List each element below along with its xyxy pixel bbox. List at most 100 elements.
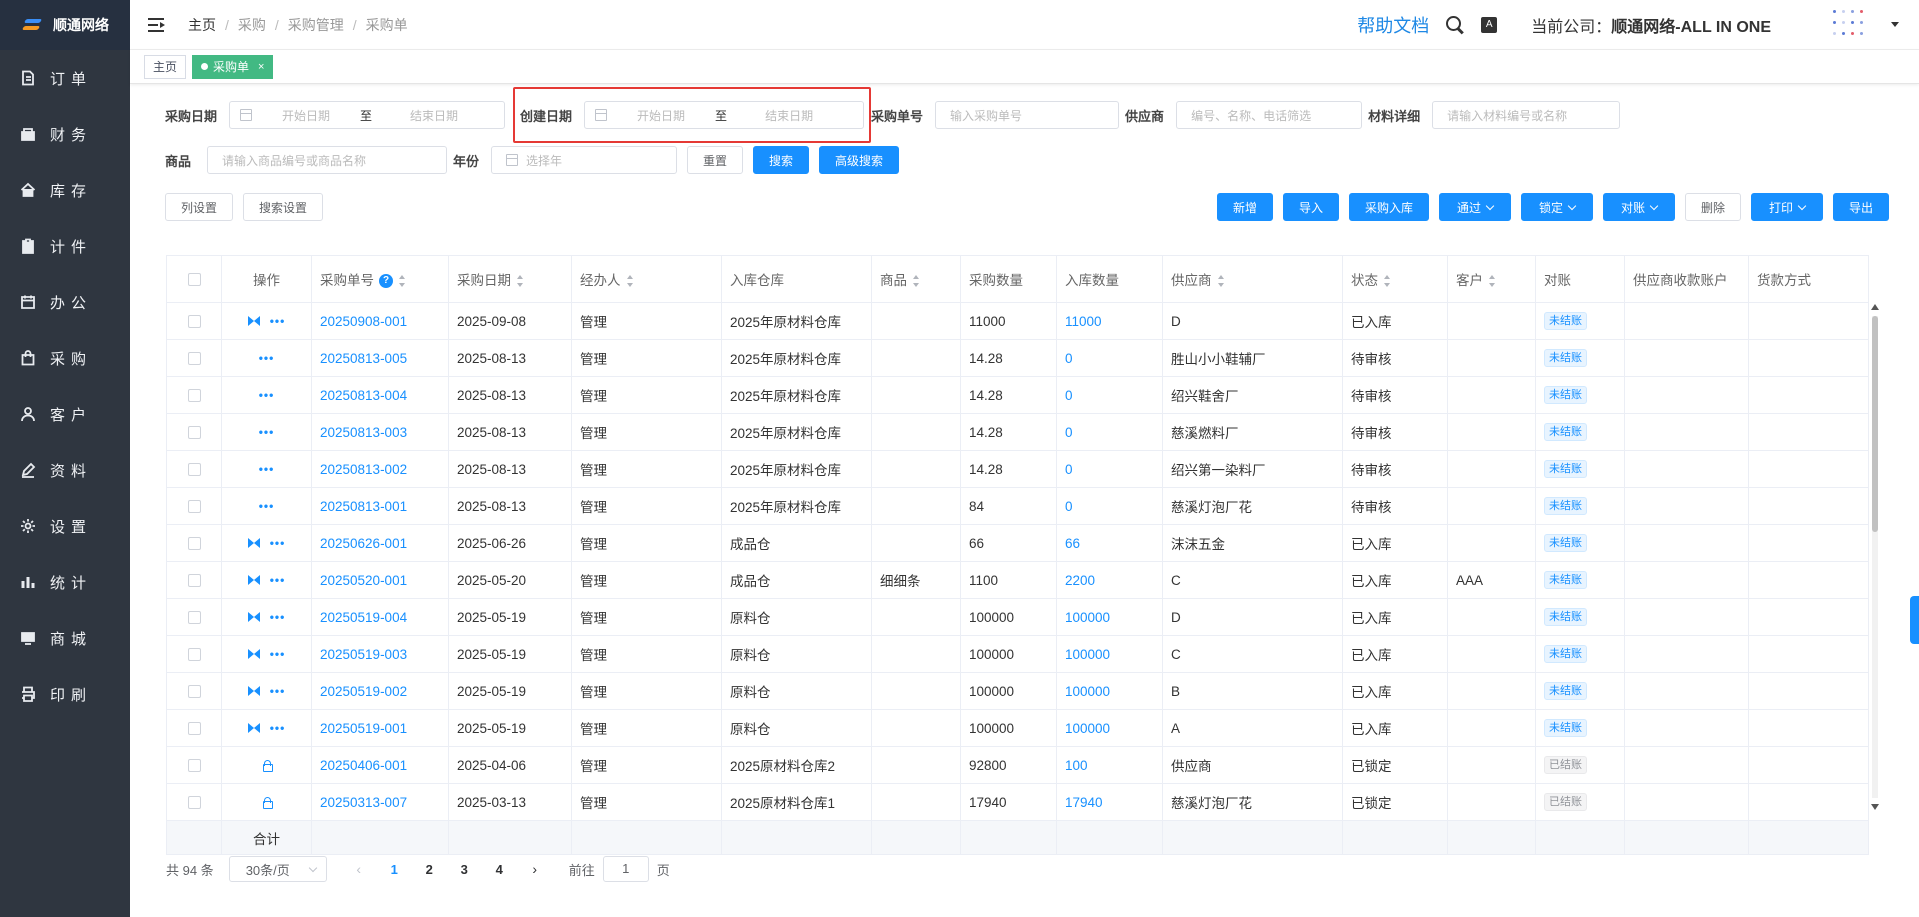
page-1[interactable]: 1 (377, 862, 412, 877)
row-checkbox[interactable] (187, 315, 201, 329)
column-settings-button[interactable]: 列设置 (165, 193, 233, 221)
col-handler[interactable]: 经办人 (571, 255, 722, 303)
stock-in-icon[interactable] (247, 316, 260, 326)
in-qty-link[interactable]: 0 (1065, 462, 1073, 477)
search-icon[interactable] (1445, 15, 1465, 35)
more-icon[interactable]: ••• (270, 315, 286, 327)
more-icon[interactable]: ••• (270, 722, 286, 734)
sort-icon[interactable] (626, 275, 634, 288)
table-row[interactable]: ••• 20250813-005 2025-08-13 管理 2025年原材料仓库 14.… (166, 339, 1869, 377)
sidebar-item-10[interactable]: 商城 (0, 610, 130, 666)
order-no-link[interactable]: 20250406-001 (320, 758, 407, 773)
collapse-menu-icon[interactable] (148, 17, 166, 32)
row-checkbox[interactable] (187, 759, 201, 773)
col-goods[interactable]: 商品 (871, 255, 961, 303)
col-status[interactable]: 状态 (1342, 255, 1448, 303)
table-row[interactable]: ••• 20250520-001 2025-05-20 管理 成品仓 细细条 1100 220… (166, 561, 1869, 599)
stock-in-icon[interactable] (247, 649, 260, 659)
sidebar-item-0[interactable]: 订单 (0, 50, 130, 106)
approve-dropdown-button[interactable]: 通过 (1439, 193, 1511, 221)
table-row[interactable]: ••• 20250813-003 2025-08-13 管理 2025年原材料仓库 14.… (166, 413, 1869, 451)
order-no-link[interactable]: 20250813-001 (320, 499, 407, 514)
avatar[interactable] (1827, 4, 1869, 46)
in-qty-link[interactable]: 100000 (1065, 721, 1110, 736)
col-customer[interactable]: 客户 (1447, 255, 1536, 303)
in-qty-link[interactable]: 100000 (1065, 610, 1110, 625)
order-no-link[interactable]: 20250519-004 (320, 610, 407, 625)
row-checkbox[interactable] (187, 648, 201, 662)
page-2[interactable]: 2 (412, 862, 447, 877)
add-button[interactable]: 新增 (1217, 193, 1273, 221)
sidebar-item-2[interactable]: 库存 (0, 162, 130, 218)
page-size-select[interactable]: 30条/页 (228, 856, 327, 882)
purchase-date-range[interactable]: 开始日期 至 结束日期 (229, 101, 506, 129)
stock-in-icon[interactable] (247, 538, 260, 548)
help-docs-link[interactable]: 帮助文档 (1357, 12, 1429, 38)
sort-icon[interactable] (399, 275, 406, 288)
table-row[interactable]: ••• 20250519-004 2025-05-19 管理 原料仓 100000 1000… (166, 598, 1869, 636)
more-icon[interactable]: ••• (259, 352, 275, 364)
reconcile-dropdown-button[interactable]: 对账 (1603, 193, 1675, 221)
start-date-input[interactable]: 开始日期 (637, 107, 685, 124)
create-date-range[interactable]: 开始日期 至 结束日期 (584, 101, 865, 129)
more-icon[interactable]: ••• (259, 463, 275, 475)
sort-icon[interactable] (1217, 275, 1225, 288)
order-no-link[interactable]: 20250908-001 (320, 314, 407, 329)
sidebar-item-9[interactable]: 统计 (0, 554, 130, 610)
advanced-search-button[interactable]: 高级搜索 (819, 146, 900, 174)
more-icon[interactable]: ••• (270, 537, 286, 549)
table-row[interactable]: ••• 20250908-001 2025-09-08 管理 2025年原材料仓库 110… (166, 302, 1869, 340)
sidebar-item-5[interactable]: 采购 (0, 330, 130, 386)
more-icon[interactable]: ••• (270, 574, 286, 586)
row-checkbox[interactable] (187, 685, 201, 699)
breadcrumb-item-purchase-mgmt[interactable]: 采购管理 (288, 15, 344, 35)
in-qty-link[interactable]: 0 (1065, 499, 1073, 514)
lock-dropdown-button[interactable]: 锁定 (1521, 193, 1593, 221)
import-button[interactable]: 导入 (1283, 193, 1339, 221)
in-qty-link[interactable]: 11000 (1065, 314, 1102, 329)
search-button[interactable]: 搜索 (753, 146, 810, 174)
close-icon[interactable]: × (258, 56, 264, 78)
table-row[interactable]: 20250406-001 2025-04-06 管理 2025原材料仓库2 92800 1… (166, 746, 1869, 784)
select-all-checkbox[interactable] (187, 273, 201, 287)
sort-icon[interactable] (517, 275, 524, 288)
material-input[interactable]: 请输入材料编号或名称 (1432, 101, 1621, 129)
table-row[interactable]: ••• 20250626-001 2025-06-26 管理 成品仓 66 66 沫沫五金 已入… (166, 524, 1869, 562)
vertical-scrollbar[interactable] (1870, 302, 1880, 812)
order-no-input[interactable]: 输入采购单号 (935, 101, 1120, 129)
stock-in-icon[interactable] (247, 723, 260, 733)
col-order-no[interactable]: 采购单号? (311, 255, 449, 303)
row-checkbox[interactable] (187, 537, 201, 551)
breadcrumb-item-purchase[interactable]: 采购 (238, 15, 266, 35)
row-checkbox[interactable] (187, 611, 201, 625)
table-row[interactable]: ••• 20250813-002 2025-08-13 管理 2025年原材料仓库 14.… (166, 450, 1869, 488)
order-no-link[interactable]: 20250520-001 (320, 573, 407, 588)
tag-home[interactable]: 主页 (144, 54, 187, 79)
sidebar-item-7[interactable]: 资料 (0, 442, 130, 498)
order-no-link[interactable]: 20250519-001 (320, 721, 407, 736)
col-supplier[interactable]: 供应商 (1162, 255, 1343, 303)
in-qty-link[interactable]: 100000 (1065, 684, 1110, 699)
more-icon[interactable]: ••• (259, 500, 275, 512)
help-question-icon[interactable]: ? (379, 274, 393, 289)
search-settings-button[interactable]: 搜索设置 (243, 193, 323, 221)
more-icon[interactable]: ••• (259, 426, 275, 438)
sort-icon[interactable] (913, 275, 920, 288)
in-qty-link[interactable]: 0 (1065, 425, 1073, 440)
in-qty-link[interactable]: 17940 (1065, 795, 1103, 810)
goto-page-input[interactable]: 1 (602, 856, 649, 882)
next-page-button[interactable]: › (517, 861, 553, 877)
sidebar-item-1[interactable]: 财务 (0, 106, 130, 162)
sidebar-item-8[interactable]: 设置 (0, 498, 130, 554)
stock-in-icon[interactable] (247, 686, 260, 696)
print-dropdown-button[interactable]: 打印 (1751, 193, 1823, 221)
row-checkbox[interactable] (187, 426, 201, 440)
supplier-input[interactable]: 编号、名称、电话筛选 (1176, 101, 1363, 129)
stock-in-button[interactable]: 采购入库 (1349, 193, 1429, 221)
row-checkbox[interactable] (187, 574, 201, 588)
in-qty-link[interactable]: 66 (1065, 536, 1080, 551)
sidebar-item-11[interactable]: 印刷 (0, 666, 130, 722)
row-checkbox[interactable] (187, 722, 201, 736)
year-picker[interactable]: 选择年 (491, 146, 678, 174)
table-row[interactable]: 20250313-007 2025-03-13 管理 2025原材料仓库1 17940 1… (166, 783, 1869, 821)
